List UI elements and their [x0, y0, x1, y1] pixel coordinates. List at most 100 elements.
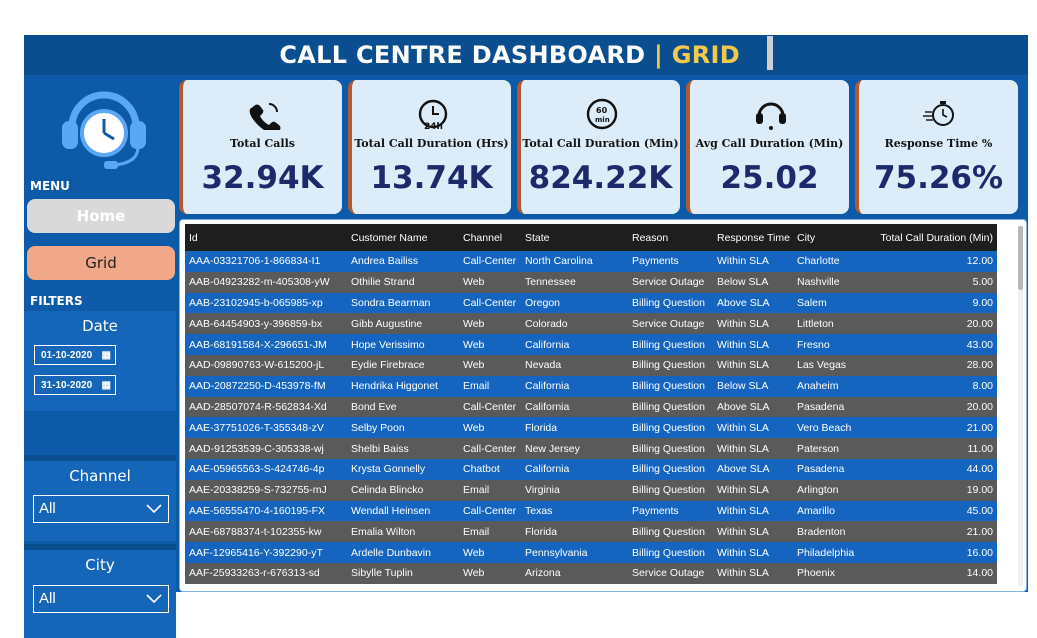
table-cell: Florida	[521, 521, 628, 543]
table-cell: AAF-25933263-r-676313-sd	[185, 562, 347, 584]
table-cell: Charlotte	[793, 251, 875, 272]
table-row[interactable]: AAF-25933263-r-676313-sd Sibylle Tuplin We…	[185, 562, 997, 584]
table-cell: AAE-56555470-4-160195-FX	[185, 500, 347, 522]
svg-text:60: 60	[596, 106, 608, 115]
table-row[interactable]: AAD-28507074-R-562834-Xd Bond Eve Call-Cen…	[185, 396, 997, 418]
table-row[interactable]: AAB-04923282-m-405308-yW Othilie Strand We…	[185, 271, 997, 293]
city-select-value: All	[39, 590, 56, 607]
table-cell: 43.00	[875, 334, 997, 355]
table-cell: AAD-91253539-C-305338-wj	[185, 438, 347, 459]
table-cell: Within SLA	[713, 479, 793, 501]
city-select[interactable]: All	[33, 585, 169, 613]
table-cell: Email	[459, 479, 521, 501]
table-header-row: Id Customer Name Channel State Reason Respons…	[185, 224, 997, 251]
filters-label: FILTERS	[30, 294, 83, 308]
table-cell: North Carolina	[521, 251, 628, 272]
column-header[interactable]: Response Time	[713, 224, 793, 251]
kpi-value: 32.94K	[201, 160, 324, 196]
table-cell: Billing Question	[628, 521, 713, 543]
table-cell: 19.00	[875, 479, 997, 501]
end-date-value: 31-10-2020	[41, 380, 93, 391]
menu-label: MENU	[30, 179, 70, 193]
table-row[interactable]: AAA-03321706-1-866834-I1 Andrea Bailiss Ca…	[185, 251, 997, 272]
table-row[interactable]: AAB-68191584-X-296651-JM Hope Verissimo We…	[185, 334, 997, 355]
table-row[interactable]: AAD-91253539-C-305338-wj Shelbi Baiss Call…	[185, 438, 997, 459]
table-cell: Arlington	[793, 479, 875, 501]
kpi-card-response-time: Response Time % 75.26%	[855, 80, 1018, 214]
date-filter: Date 01-10-2020 ▦ 31-10-2020 ▦	[24, 311, 176, 411]
table-row[interactable]: AAD-20872250-D-453978-fM Hendrika Higgone…	[185, 375, 997, 397]
table-cell: Amarillo	[793, 500, 875, 522]
call-table: Id Customer Name Channel State Reason Respons…	[185, 224, 997, 584]
column-header[interactable]: Total Call Duration (Min)	[875, 224, 997, 251]
table-row[interactable]: AAE-56555470-4-160195-FX Wendall Heinsen C…	[185, 500, 997, 522]
table-cell: Pennsylvania	[521, 542, 628, 563]
start-date-input[interactable]: 01-10-2020 ▦	[34, 345, 116, 365]
table-cell: Phoenix	[793, 562, 875, 584]
kpi-value: 75.26%	[873, 160, 1004, 196]
table-cell: California	[521, 375, 628, 397]
dashboard-frame: CALL CENTRE DASHBOARD | GRID MENU Home G…	[24, 35, 1028, 638]
table-cell: Billing Question	[628, 438, 713, 459]
kpi-value: 13.74K	[370, 160, 493, 196]
home-button[interactable]: Home	[27, 199, 175, 233]
table-cell: Arizona	[521, 562, 628, 584]
calendar-icon[interactable]: ▦	[102, 346, 111, 366]
table-cell: Web	[459, 354, 521, 376]
column-header[interactable]: City	[793, 224, 875, 251]
table-row[interactable]: AAE-20338259-S-732755-mJ Celinda Blincko E…	[185, 479, 997, 501]
table-cell: 21.00	[875, 417, 997, 439]
table-cell: AAE-68788374-t-102355-kw	[185, 521, 347, 543]
24h-clock-icon: 24h	[418, 99, 448, 130]
phone-icon	[249, 103, 281, 130]
table-cell: New Jersey	[521, 438, 628, 459]
table-cell: 20.00	[875, 396, 997, 418]
title-sub: GRID	[671, 41, 740, 69]
grid-button[interactable]: Grid	[27, 246, 175, 280]
date-filter-title: Date	[82, 317, 118, 335]
calendar-icon[interactable]: ▦	[102, 376, 111, 396]
column-header[interactable]: Customer Name	[347, 224, 459, 251]
table-cell: Billing Question	[628, 396, 713, 418]
table-row[interactable]: AAF-12965416-Y-392290-yT Ardelle Dunbavin…	[185, 542, 997, 563]
table-row[interactable]: AAD-09890763-W-615200-jL Eydie Firebrace W…	[185, 354, 997, 376]
table-row[interactable]: AAB-64454903-y-396859-bx Gibb Augustine We…	[185, 313, 997, 335]
headset-clock-logo-icon	[62, 91, 146, 169]
data-grid[interactable]: Id Customer Name Channel State Reason Respons…	[179, 219, 1027, 592]
page-title: CALL CENTRE DASHBOARD | GRID	[24, 36, 1028, 70]
table-cell: AAE-05965563-S-424746-4p	[185, 458, 347, 480]
column-header[interactable]: Channel	[459, 224, 521, 251]
table-cell: Billing Question	[628, 334, 713, 355]
table-cell: AAD-28507074-R-562834-Xd	[185, 396, 347, 418]
stopwatch-icon	[923, 101, 954, 126]
table-cell: Above SLA	[713, 396, 793, 418]
table-cell: AAB-23102945-b-065985-xp	[185, 292, 347, 314]
city-filter: City All	[24, 544, 176, 638]
column-header[interactable]: Id	[185, 224, 347, 251]
column-header[interactable]: Reason	[628, 224, 713, 251]
table-cell: Billing Question	[628, 292, 713, 314]
column-header[interactable]: State	[521, 224, 628, 251]
table-cell: Vero Beach	[793, 417, 875, 439]
60-min-icon: 60 min	[586, 98, 618, 130]
table-row[interactable]: AAB-23102945-b-065985-xp Sondra Bearman Ca…	[185, 292, 997, 314]
table-cell: 44.00	[875, 458, 997, 480]
table-cell: Celinda Blincko	[347, 479, 459, 501]
table-cell: Chatbot	[459, 458, 521, 480]
channel-select[interactable]: All	[33, 495, 169, 523]
table-row[interactable]: AAE-05965563-S-424746-4p Krysta Gonnelly C…	[185, 458, 997, 480]
table-cell: Web	[459, 542, 521, 563]
table-cell: Salem	[793, 292, 875, 314]
table-row[interactable]: AAE-68788374-t-102355-kw Emalia Wilton Ema…	[185, 521, 997, 543]
table-cell: Within SLA	[713, 334, 793, 355]
headset-icon	[756, 102, 786, 130]
end-date-input[interactable]: 31-10-2020 ▦	[34, 375, 116, 395]
table-cell: Gibb Augustine	[347, 313, 459, 335]
table-cell: AAA-03321706-1-866834-I1	[185, 251, 347, 272]
table-row[interactable]: AAE-37751026-T-355348-zV Selby Poon Web Flo…	[185, 417, 997, 439]
title-main: CALL CENTRE DASHBOARD	[279, 41, 646, 69]
scrollbar-thumb[interactable]	[1018, 226, 1023, 290]
table-cell: Texas	[521, 500, 628, 522]
table-cell: Selby Poon	[347, 417, 459, 439]
table-cell: Pasadena	[793, 396, 875, 418]
